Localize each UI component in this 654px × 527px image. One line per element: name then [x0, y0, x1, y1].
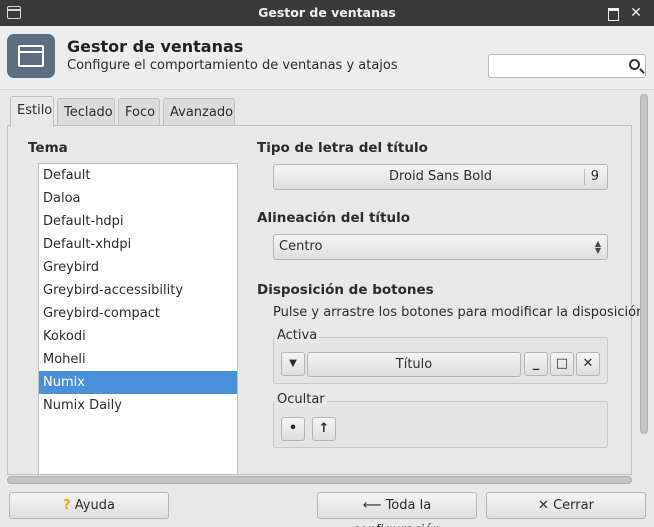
tab-label: Avanzado	[170, 105, 234, 120]
hidden-label: Ocultar	[275, 392, 327, 407]
tab-label: Teclado	[64, 105, 113, 120]
window-title: Gestor de ventanas	[258, 5, 396, 20]
list-item[interactable]: Numix Daily	[39, 394, 237, 417]
help-button[interactable]: ? Ayuda	[9, 492, 169, 519]
tab-estilo[interactable]: Estilo	[10, 96, 54, 127]
minimize-button-icon[interactable]: _	[524, 352, 548, 376]
list-item[interactable]: Moheli	[39, 348, 237, 371]
title-button[interactable]: Título	[307, 352, 521, 377]
list-item[interactable]: Default-xhdpi	[39, 233, 237, 256]
title-align-select[interactable]: Centro ▲ ▼	[273, 234, 608, 260]
list-item[interactable]: Default	[39, 164, 237, 187]
help-icon: ?	[63, 498, 71, 513]
button-layout-hint: Pulse y arrastre los botones para modifi…	[273, 305, 645, 320]
list-item[interactable]: Greybird-accessibility	[39, 279, 237, 302]
theme-label: Tema	[28, 140, 68, 156]
list-item[interactable]: Greybird-compact	[39, 302, 237, 325]
title-align-value: Centro	[279, 239, 323, 254]
list-item[interactable]: Greybird	[39, 256, 237, 279]
window-manager-icon	[7, 34, 55, 78]
tab-teclado[interactable]: Teclado	[57, 98, 115, 125]
window-titlebar: Gestor de ventanas ✕	[0, 0, 654, 26]
stick-button-icon[interactable]: •	[281, 417, 305, 441]
close-label: Cerrar	[553, 498, 594, 513]
divider	[584, 169, 585, 185]
dialog-header: Gestor de ventanas Configure el comporta…	[0, 26, 654, 90]
tab-foco[interactable]: Foco	[118, 98, 160, 125]
shade-button-icon[interactable]: ↑	[312, 417, 336, 441]
list-item-selected[interactable]: Numix	[39, 371, 237, 394]
close-icon[interactable]: ✕	[628, 5, 644, 21]
tab-label: Foco	[125, 105, 156, 120]
close-x-icon: ✕	[538, 498, 549, 513]
list-item[interactable]: Daloa	[39, 187, 237, 210]
search-icon[interactable]	[629, 59, 640, 70]
close-button[interactable]: ✕ Cerrar	[486, 492, 646, 519]
menu-button-icon[interactable]: ▼	[281, 352, 305, 376]
title-align-label: Alineación del título	[257, 210, 410, 226]
list-item[interactable]: Default-hdpi	[39, 210, 237, 233]
search-input[interactable]	[488, 54, 646, 78]
title-font-label: Tipo de letra del título	[257, 140, 428, 156]
all-settings-button[interactable]: ⟵ Toda la configuración	[317, 492, 477, 527]
updown-icon: ▲ ▼	[594, 239, 601, 255]
close-button-icon[interactable]: ✕	[576, 352, 600, 376]
tab-label: Estilo	[17, 103, 53, 118]
header-title: Gestor de ventanas	[67, 37, 244, 56]
horizontal-scrollbar[interactable]	[7, 475, 632, 485]
list-item[interactable]: Kokodi	[39, 325, 237, 348]
button-layout-label: Disposición de botones	[257, 282, 434, 298]
font-size: 9	[590, 169, 599, 184]
maximize-icon[interactable]	[605, 5, 621, 21]
vertical-scrollbar[interactable]	[637, 92, 651, 472]
header-subtitle: Configure el comportamiento de ventanas …	[67, 58, 398, 73]
font-name: Droid Sans Bold	[388, 169, 493, 184]
tab-avanzado[interactable]: Avanzado	[163, 98, 235, 125]
title-font-button[interactable]: Droid Sans Bold 9	[273, 164, 608, 190]
active-label: Activa	[275, 328, 320, 343]
title-button-label: Título	[395, 357, 433, 372]
theme-list[interactable]: Default Daloa Default-hdpi Default-xhdpi…	[38, 163, 238, 475]
maximize-button-icon[interactable]: □	[550, 352, 574, 376]
back-arrow-icon: ⟵	[362, 498, 382, 513]
help-label: Ayuda	[74, 498, 115, 513]
